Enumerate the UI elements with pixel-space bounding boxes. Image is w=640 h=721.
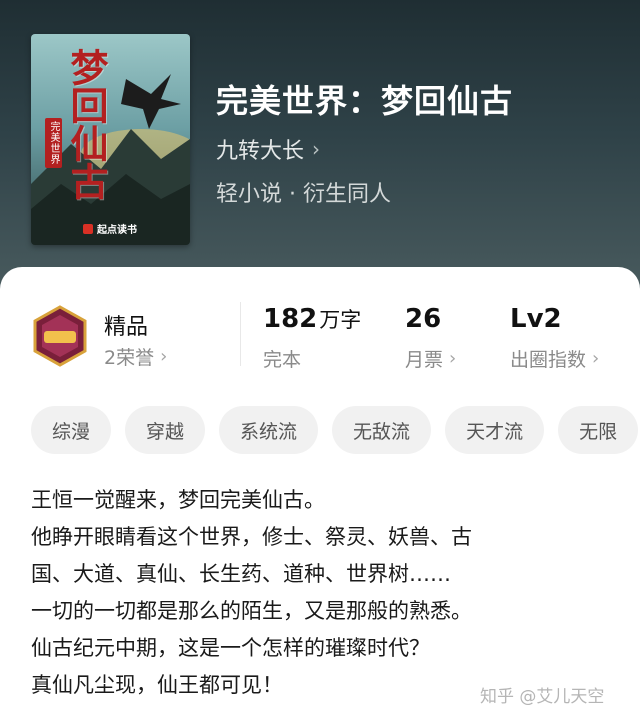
- quality-label: 精品: [104, 315, 149, 340]
- tag-chip[interactable]: 穿越: [125, 406, 206, 454]
- book-title: 完美世界：梦回仙古: [216, 82, 514, 120]
- description-line: 王恒一觉醒来，梦回完美仙古。: [31, 488, 325, 512]
- circle-index-label: 出圈指数: [510, 349, 587, 371]
- circle-index-value: Lv2: [510, 304, 562, 334]
- brand-logo-icon: [83, 223, 93, 234]
- circle-index-link[interactable]: 出圈指数 ›: [510, 345, 599, 372]
- completion-status-label: 完本: [263, 349, 302, 371]
- chevron-right-icon: ›: [160, 346, 168, 367]
- completion-status: 完本: [263, 345, 301, 372]
- cover-brand-label: 起点读书: [97, 225, 137, 236]
- honors-count: 2荣誉: [104, 347, 155, 369]
- description-line: 国、大道、真仙、长生药、道种、世界树……: [31, 562, 451, 586]
- description-line: 他睁开眼睛看这个世界，修士、祭灵、妖兽、古: [31, 525, 472, 549]
- book-cover[interactable]: 梦回仙古 完美世界 起点读书: [31, 34, 190, 245]
- author-name: 九转大长: [216, 139, 305, 164]
- chevron-right-icon: ›: [449, 348, 457, 369]
- tag-chip[interactable]: 综漫: [31, 406, 112, 454]
- book-genre: 轻小说 · 衍生同人: [216, 182, 391, 207]
- word-count: 182万字: [263, 304, 361, 334]
- description-line: 仙古纪元中期，这是一个怎样的璀璨时代？: [31, 636, 430, 660]
- chevron-right-icon: ›: [592, 348, 600, 369]
- honors-link[interactable]: 2荣誉 ›: [104, 343, 167, 370]
- tag-chip[interactable]: 无限: [558, 406, 639, 454]
- word-count-unit: 万字: [319, 308, 362, 332]
- tag-chip[interactable]: 系统流: [219, 406, 319, 454]
- monthly-votes-label: 月票: [405, 349, 444, 371]
- monthly-votes-value: 26: [405, 304, 442, 334]
- tag-list: 综漫 穿越 系统流 无敌流 天才流 无限: [31, 406, 640, 454]
- word-count-value: 182: [263, 304, 318, 334]
- tag-chip[interactable]: 无敌流: [332, 406, 432, 454]
- cover-brand: 起点读书: [83, 221, 137, 236]
- watermark: 知乎 @艾儿天空: [480, 687, 605, 707]
- book-description: 王恒一觉醒来，梦回完美仙古。 他睁开眼睛看这个世界，修士、祭灵、妖兽、古 国、大…: [31, 482, 611, 704]
- author-link[interactable]: 九转大长 ›: [216, 133, 320, 165]
- cover-subtitle: 完美世界: [45, 118, 62, 168]
- tag-chip[interactable]: 天才流: [445, 406, 545, 454]
- chevron-right-icon: ›: [312, 137, 321, 161]
- stats-divider: [240, 302, 241, 366]
- description-line: 一切的一切都是那么的陌生，又是那般的熟悉。: [31, 599, 472, 623]
- quality-badge-icon: [33, 305, 87, 367]
- monthly-votes-link[interactable]: 月票 ›: [405, 345, 456, 372]
